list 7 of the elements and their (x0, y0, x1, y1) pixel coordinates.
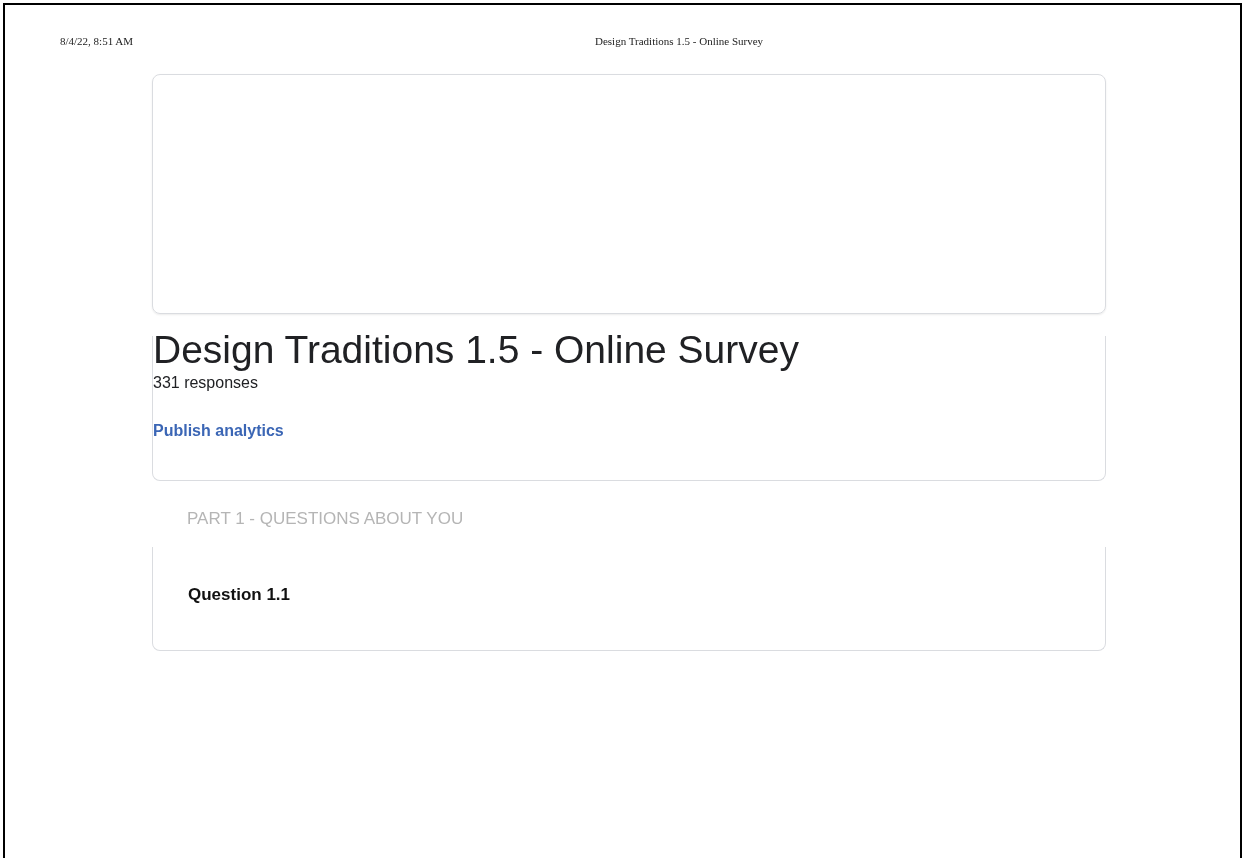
response-count: 331 responses (153, 374, 258, 392)
question-title: Question 1.1 (188, 585, 292, 605)
form-title: Design Traditions 1.5 - Online Survey (153, 328, 799, 372)
publish-analytics-link[interactable]: Publish analytics (153, 422, 284, 440)
print-date: 8/4/22, 8:51 AM (60, 35, 135, 47)
print-title: Design Traditions 1.5 - Online Survey (595, 35, 764, 47)
section-title: PART 1 - QUESTIONS ABOUT YOU (187, 509, 465, 529)
